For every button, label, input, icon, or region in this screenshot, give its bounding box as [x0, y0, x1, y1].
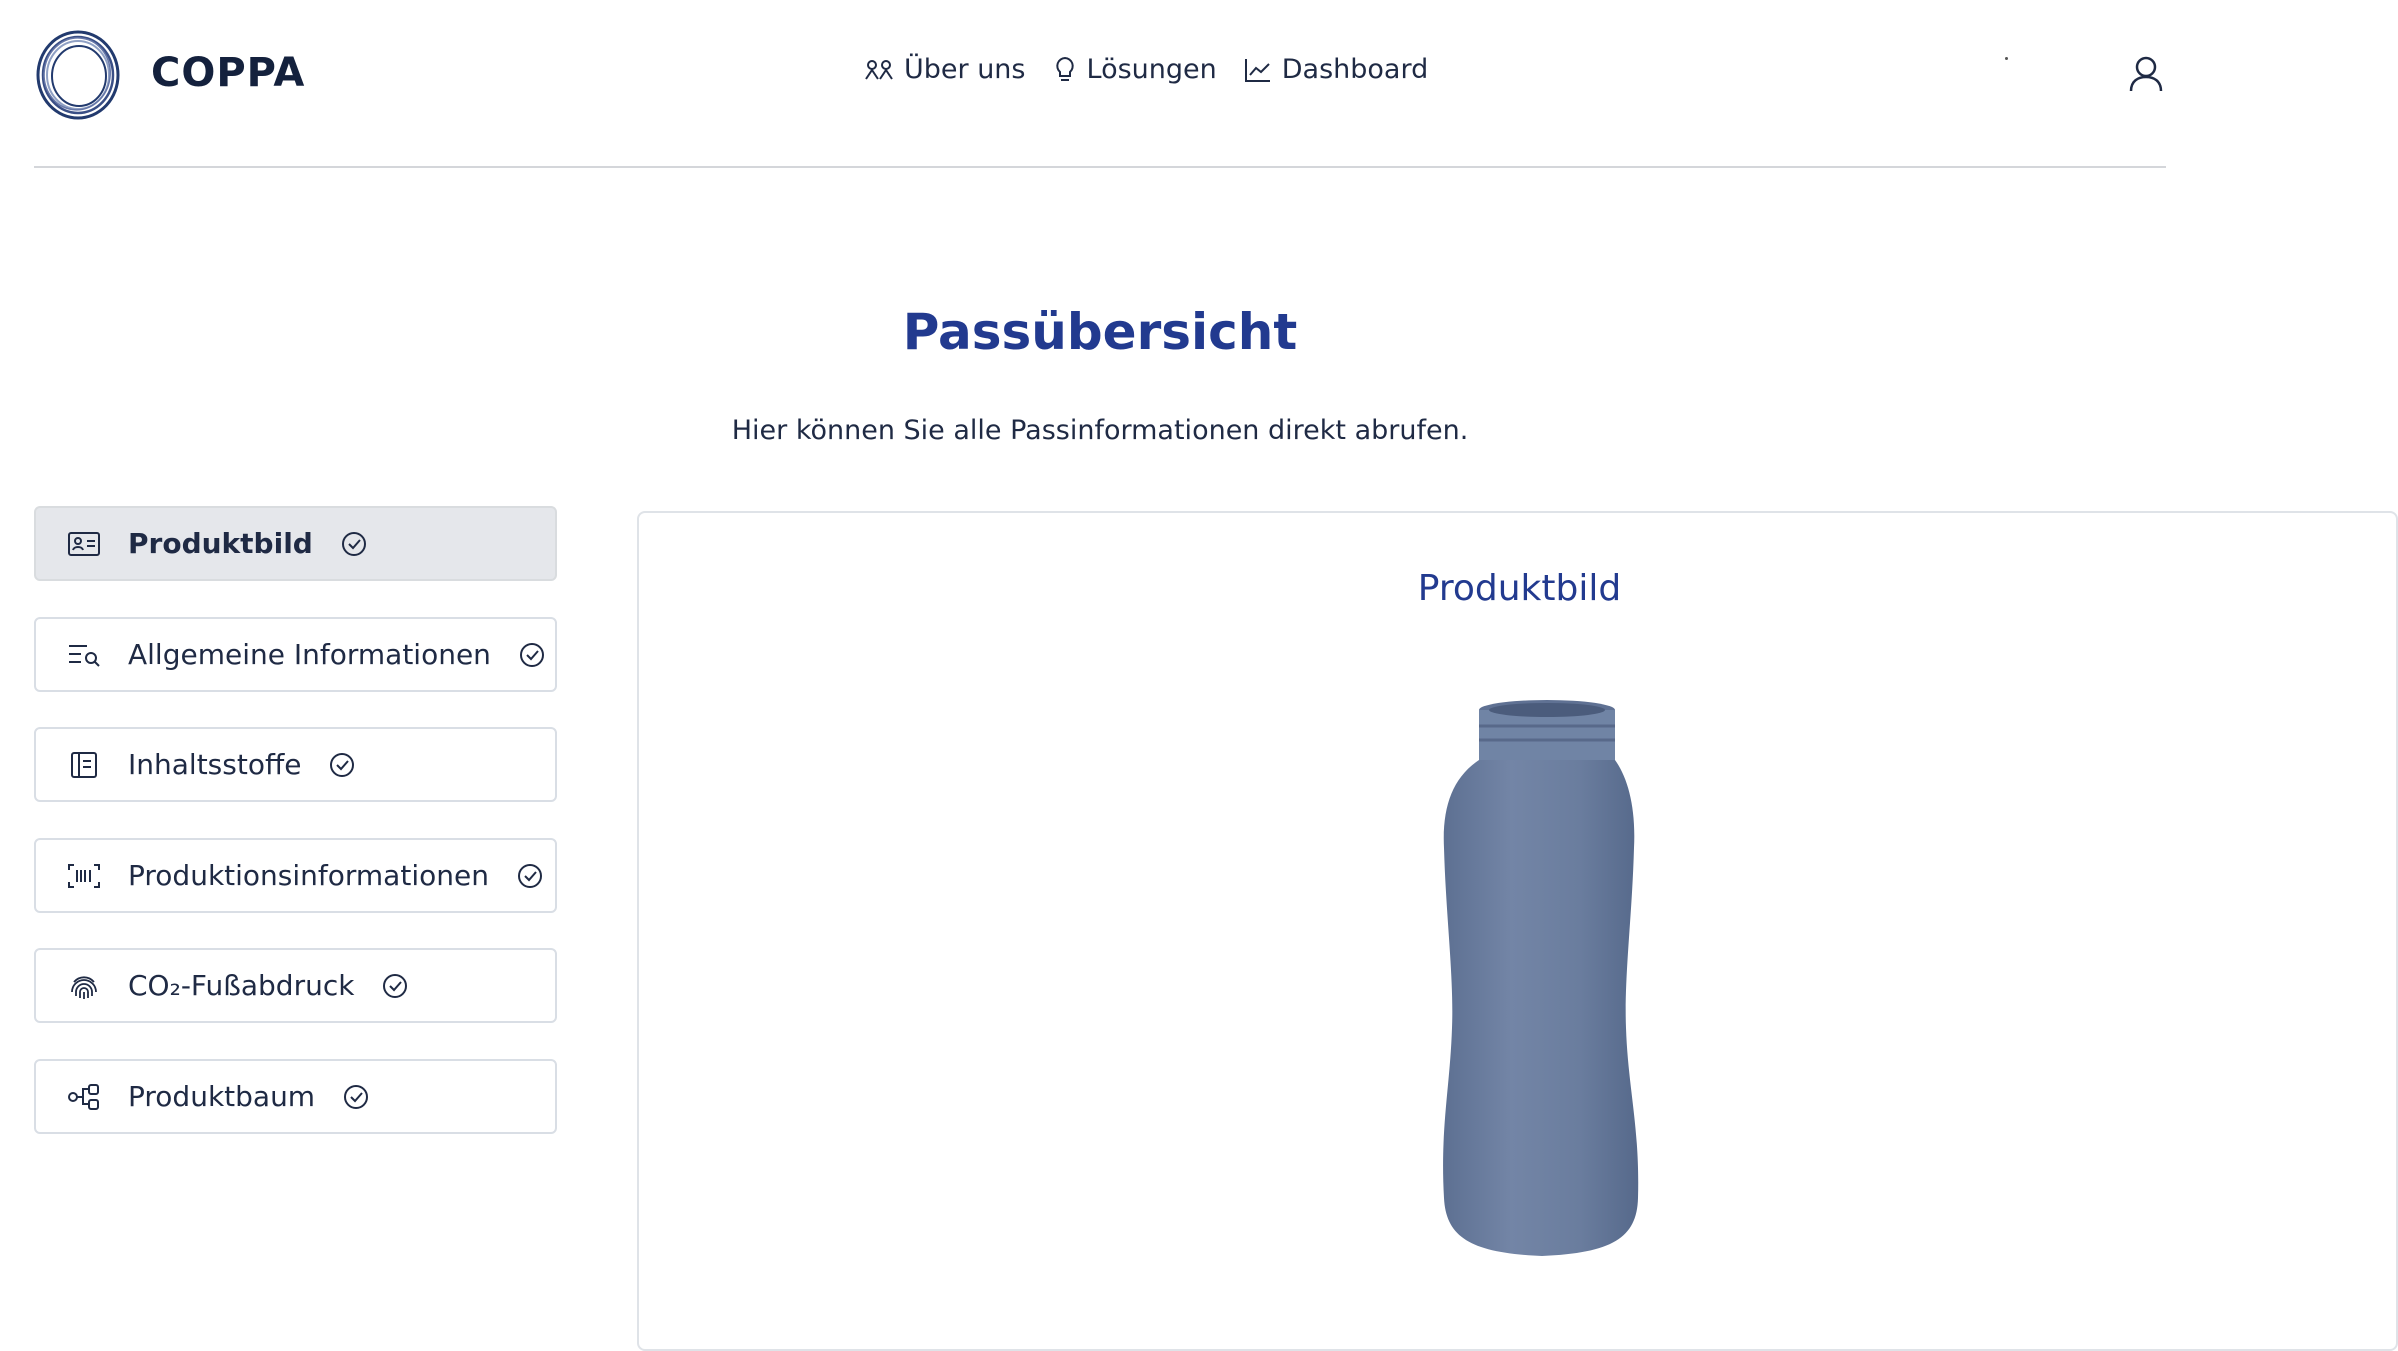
- panel-title: Produktbild: [1417, 568, 1622, 609]
- check-badge-icon: [517, 640, 547, 670]
- content-panel: Produktbild: [637, 511, 2398, 1351]
- tree-icon: [64, 1077, 104, 1117]
- decorative-dot: [2005, 57, 2008, 60]
- sidebar-item-produktbild[interactable]: Produktbild: [34, 506, 557, 581]
- barcode-icon: [64, 856, 104, 896]
- lightbulb-icon: [1055, 56, 1074, 81]
- sidebar-item-co2-fussabdruck[interactable]: CO₂-Fußabdruck: [34, 948, 557, 1023]
- sidebar-item-label: Produktbild: [128, 527, 313, 560]
- coppa-logo-icon: [36, 30, 120, 120]
- users-icon: [865, 59, 893, 80]
- list-search-icon: [64, 635, 104, 675]
- nav-item-ueber-uns[interactable]: Über uns: [864, 54, 1026, 85]
- check-badge-icon: [339, 529, 369, 559]
- check-badge-icon: [380, 971, 410, 1001]
- nav-item-dashboard[interactable]: Dashboard: [1244, 54, 1428, 85]
- nav-item-loesungen[interactable]: Lösungen: [1053, 54, 1217, 85]
- check-badge-icon: [327, 750, 357, 780]
- main-nav: Über uns Lösungen Dashboard: [864, 54, 1455, 85]
- sidebar-item-label: Inhaltsstoffe: [128, 748, 302, 781]
- sidebar-item-label: Produktionsinformationen: [128, 859, 489, 892]
- id-card-icon: [64, 524, 104, 564]
- page-subtitle: Hier können Sie alle Passinformationen d…: [731, 415, 1469, 446]
- header-divider: [34, 166, 2166, 168]
- page-title: Passübersicht: [902, 303, 1298, 361]
- sidebar-item-label: CO₂-Fußabdruck: [128, 969, 355, 1002]
- sidebar-item-produktbaum[interactable]: Produktbaum: [34, 1059, 557, 1134]
- sidebar-item-produktionsinformationen[interactable]: Produktionsinformationen: [34, 838, 557, 913]
- sidebar-item-label: Allgemeine Informationen: [128, 638, 491, 671]
- sidebar-item-inhaltsstoffe[interactable]: Inhaltsstoffe: [34, 727, 557, 802]
- check-badge-icon: [341, 1082, 371, 1112]
- sidebar-item-label: Produktbaum: [128, 1080, 316, 1113]
- check-badge-icon: [515, 861, 545, 891]
- brand-name[interactable]: COPPA: [151, 50, 305, 96]
- nav-label: Lösungen: [1086, 54, 1217, 85]
- chart-line-icon: [1244, 58, 1270, 82]
- nav-label: Dashboard: [1281, 54, 1429, 85]
- product-image: [1443, 700, 1639, 1256]
- nav-label: Über uns: [904, 54, 1026, 85]
- document-list-icon: [64, 745, 104, 785]
- sidebar-item-allgemeine-informationen[interactable]: Allgemeine Informationen: [34, 617, 557, 692]
- fingerprint-icon: [64, 966, 104, 1006]
- user-icon[interactable]: [2128, 55, 2164, 93]
